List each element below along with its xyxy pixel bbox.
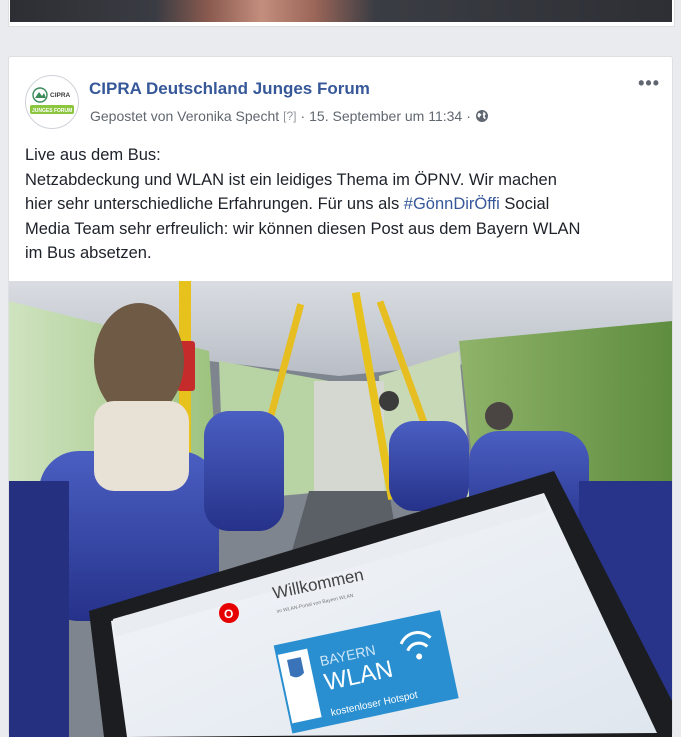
post-line-4: Media Team sehr erfreulich: wir können d… xyxy=(25,219,581,238)
logo-brand-top: CIPRA xyxy=(50,92,71,99)
svg-text:O: O xyxy=(224,607,233,621)
post-card: CIPRA JUNGES FORUM CIPRA Deutschland Jun… xyxy=(8,56,673,737)
more-options-icon[interactable]: ••• xyxy=(638,73,660,94)
cipra-logo: CIPRA JUNGES FORUM xyxy=(27,77,77,127)
bus-interior-image: O Willkommen im WLAN-Portal von Bayern W… xyxy=(9,281,672,737)
post-line-2: Netzabdeckung und WLAN ist ein leidiges … xyxy=(25,170,557,189)
post-meta: Gepostet von Veronika Specht [?] · 15. S… xyxy=(90,108,489,124)
post-line-1: Live aus dem Bus: xyxy=(25,146,161,164)
posted-by-text[interactable]: Gepostet von Veronika Specht xyxy=(90,108,279,124)
previous-post-photo[interactable] xyxy=(10,0,672,22)
post-timestamp[interactable]: 15. September um 11:34 xyxy=(309,108,462,124)
logo-brand-bottom: JUNGES FORUM xyxy=(32,108,72,114)
meta-separator-2: · xyxy=(466,108,471,124)
hashtag-link[interactable]: #GönnDirÖffi xyxy=(404,195,500,213)
page-name-link[interactable]: CIPRA Deutschland Junges Forum xyxy=(89,79,370,99)
post-message: Live aus dem Bus: Netzabdeckung und WLAN… xyxy=(25,143,665,266)
post-photo[interactable]: O Willkommen im WLAN-Portal von Bayern W… xyxy=(9,281,672,737)
post-line-3-start: hier sehr unterschiedliche Erfahrungen. … xyxy=(25,195,404,213)
post-line-3-end: Social xyxy=(499,195,550,213)
page-avatar[interactable]: CIPRA JUNGES FORUM xyxy=(25,75,79,129)
globe-icon[interactable] xyxy=(475,109,489,123)
help-marker[interactable]: [?] xyxy=(283,109,296,123)
meta-separator: · xyxy=(300,108,306,124)
post-line-5: im Bus absetzen. xyxy=(25,244,152,262)
post-line-3: hier sehr unterschiedliche Erfahrungen. … xyxy=(25,192,665,217)
